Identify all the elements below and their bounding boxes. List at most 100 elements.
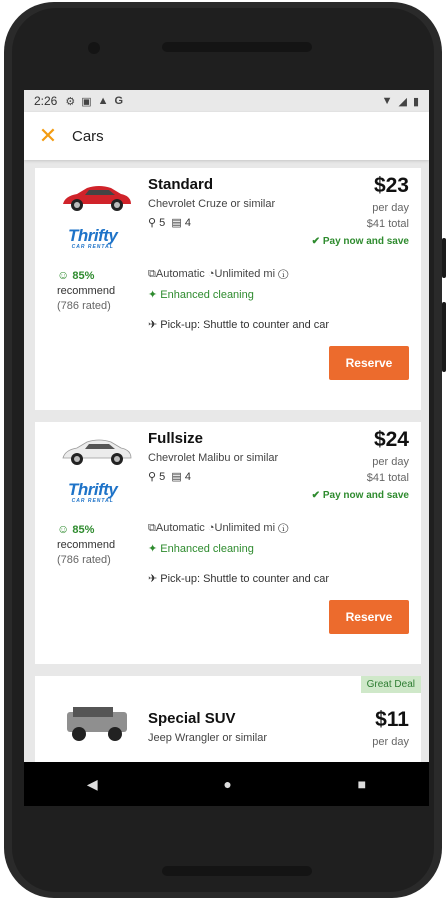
car-list[interactable]: Thrifty CAR RENTAL ☺ 85% recommend (786 r… xyxy=(24,160,429,772)
app-bar: ✕ Cars xyxy=(24,112,429,160)
car-image xyxy=(67,707,127,741)
recents-icon[interactable]: ■ xyxy=(358,776,366,792)
brand-subtitle: CAR RENTAL xyxy=(71,244,114,250)
bottom-speaker xyxy=(162,866,312,876)
screen: 2:26 ⚙ ▣ ▲ G ▼ ◢ ▮ ✕ Cars Thrifty CAR RE… xyxy=(24,90,429,806)
power-button xyxy=(442,302,446,372)
total-price: $41 total xyxy=(366,218,409,230)
cleaning-label: Enhanced cleaning xyxy=(160,289,254,301)
image-icon: ▣ xyxy=(81,95,92,108)
google-icon: G xyxy=(114,95,124,107)
car-model: Jeep Wrangler or similar xyxy=(148,732,268,744)
home-icon[interactable]: ● xyxy=(223,776,231,792)
rental-brand-logo: Thrifty CAR RENTAL xyxy=(68,226,118,250)
bags-count: 4 xyxy=(184,471,191,483)
pickup-label: Pick-up: Shuttle to counter and car xyxy=(160,319,330,331)
transmission-icon: ⧉ xyxy=(148,268,156,280)
reserve-button[interactable]: Reserve xyxy=(329,346,409,380)
mileage: Unlimited mi xyxy=(214,522,276,534)
gear-icon: ⚙ xyxy=(65,95,76,108)
mileage: Unlimited mi xyxy=(214,268,276,280)
car-class: Standard xyxy=(148,176,214,193)
page-title: Cars xyxy=(72,127,104,145)
check-icon: ✔ xyxy=(311,490,321,501)
info-icon[interactable]: ⓘ xyxy=(278,522,288,534)
person-icon: ⚲ xyxy=(148,217,157,229)
rated-count: (786 rated) xyxy=(57,300,111,312)
car-card[interactable]: Thrifty CAR RENTAL ☺ 85% recommend (786 r… xyxy=(35,168,421,410)
capacity: ⚲ 5 ▤ 4 xyxy=(148,216,191,229)
recommend-label: recommend xyxy=(57,285,116,297)
brand-name: Thrifty xyxy=(68,226,118,245)
warning-icon: ▲ xyxy=(97,95,109,107)
car-class: Special SUV xyxy=(148,710,236,727)
per-day: per day xyxy=(372,456,409,468)
transmission-icon: ⧉ xyxy=(148,522,156,534)
sparkle-icon: ✦ xyxy=(148,289,158,301)
rated-count: (786 rated) xyxy=(57,554,111,566)
car-model: Chevrolet Cruze or similar xyxy=(148,198,276,210)
phone-frame: 2:26 ⚙ ▣ ▲ G ▼ ◢ ▮ ✕ Cars Thrifty CAR RE… xyxy=(4,2,446,898)
smile-icon: ☺ xyxy=(57,268,70,282)
plane-icon: ✈ xyxy=(148,573,158,585)
car-image xyxy=(63,186,131,211)
status-time: 2:26 xyxy=(34,94,58,108)
features: ⧉Automatic ◔Unlimited mi ⓘ xyxy=(148,268,288,281)
wifi-icon: ▼ xyxy=(381,95,393,107)
cleaning-label: Enhanced cleaning xyxy=(160,543,254,555)
cleaning-feature: ✦ Enhanced cleaning xyxy=(148,542,254,555)
pay-now-label: Pay now and save xyxy=(322,236,409,247)
gauge-icon: ◔ xyxy=(207,268,215,280)
bag-icon: ▤ xyxy=(171,217,182,229)
brand-name: Thrifty xyxy=(68,480,118,499)
capacity: ⚲ 5 ▤ 4 xyxy=(148,470,191,483)
deal-badge: Great Deal xyxy=(360,676,421,693)
bags-count: 4 xyxy=(184,217,191,229)
price: $24 xyxy=(373,428,409,451)
price: $23 xyxy=(373,174,409,197)
battery-icon: ▮ xyxy=(412,95,419,108)
pickup-label: Pick-up: Shuttle to counter and car xyxy=(160,573,330,585)
signal-icon: ◢ xyxy=(398,95,407,108)
per-day: per day xyxy=(372,202,409,214)
gauge-icon: ◔ xyxy=(207,522,215,534)
pay-now-note: ✔ Pay now and save xyxy=(312,236,409,247)
car-model: Chevrolet Malibu or similar xyxy=(148,452,279,464)
recommend-block: ☺ 85% recommend (786 rated) xyxy=(57,522,115,568)
volume-button xyxy=(442,238,446,278)
close-icon[interactable]: ✕ xyxy=(24,123,72,149)
car-card[interactable]: Thrifty CAR RENTAL ☺ 85% recommend (786 r… xyxy=(35,422,421,664)
recommend-percent: 85% xyxy=(72,524,95,536)
info-icon[interactable]: ⓘ xyxy=(278,268,288,280)
seats-count: 5 xyxy=(159,217,166,229)
per-day: per day xyxy=(372,736,409,748)
system-nav-bar: ◀ ● ■ xyxy=(24,762,429,806)
transmission: Automatic xyxy=(155,522,205,534)
plane-icon: ✈ xyxy=(148,319,158,331)
front-camera xyxy=(88,42,100,54)
seats-count: 5 xyxy=(159,471,166,483)
pay-now-note: ✔ Pay now and save xyxy=(312,490,409,501)
reserve-button[interactable]: Reserve xyxy=(329,600,409,634)
smile-icon: ☺ xyxy=(57,522,70,536)
features: ⧉Automatic ◔Unlimited mi ⓘ xyxy=(148,522,288,535)
pickup-info: ✈ Pick-up: Shuttle to counter and car xyxy=(148,318,329,331)
person-icon: ⚲ xyxy=(148,471,157,483)
sparkle-icon: ✦ xyxy=(148,543,158,555)
bag-icon: ▤ xyxy=(171,471,182,483)
recommend-percent: 85% xyxy=(72,270,95,282)
total-price: $41 total xyxy=(366,472,409,484)
back-icon[interactable]: ◀ xyxy=(87,776,98,793)
pay-now-label: Pay now and save xyxy=(322,490,409,501)
recommend-block: ☺ 85% recommend (786 rated) xyxy=(57,268,115,314)
cleaning-feature: ✦ Enhanced cleaning xyxy=(148,288,254,301)
status-right: ▼ ◢ ▮ xyxy=(382,95,419,108)
brand-subtitle: CAR RENTAL xyxy=(71,498,114,504)
earpiece-speaker xyxy=(162,42,312,52)
car-class: Fullsize xyxy=(148,430,204,447)
recommend-label: recommend xyxy=(57,539,116,551)
rental-brand-logo: Thrifty CAR RENTAL xyxy=(68,480,118,504)
check-icon: ✔ xyxy=(311,236,321,247)
car-card[interactable]: Great Deal Special SUV Jeep Wrangler or … xyxy=(35,676,421,772)
car-image xyxy=(62,439,132,465)
